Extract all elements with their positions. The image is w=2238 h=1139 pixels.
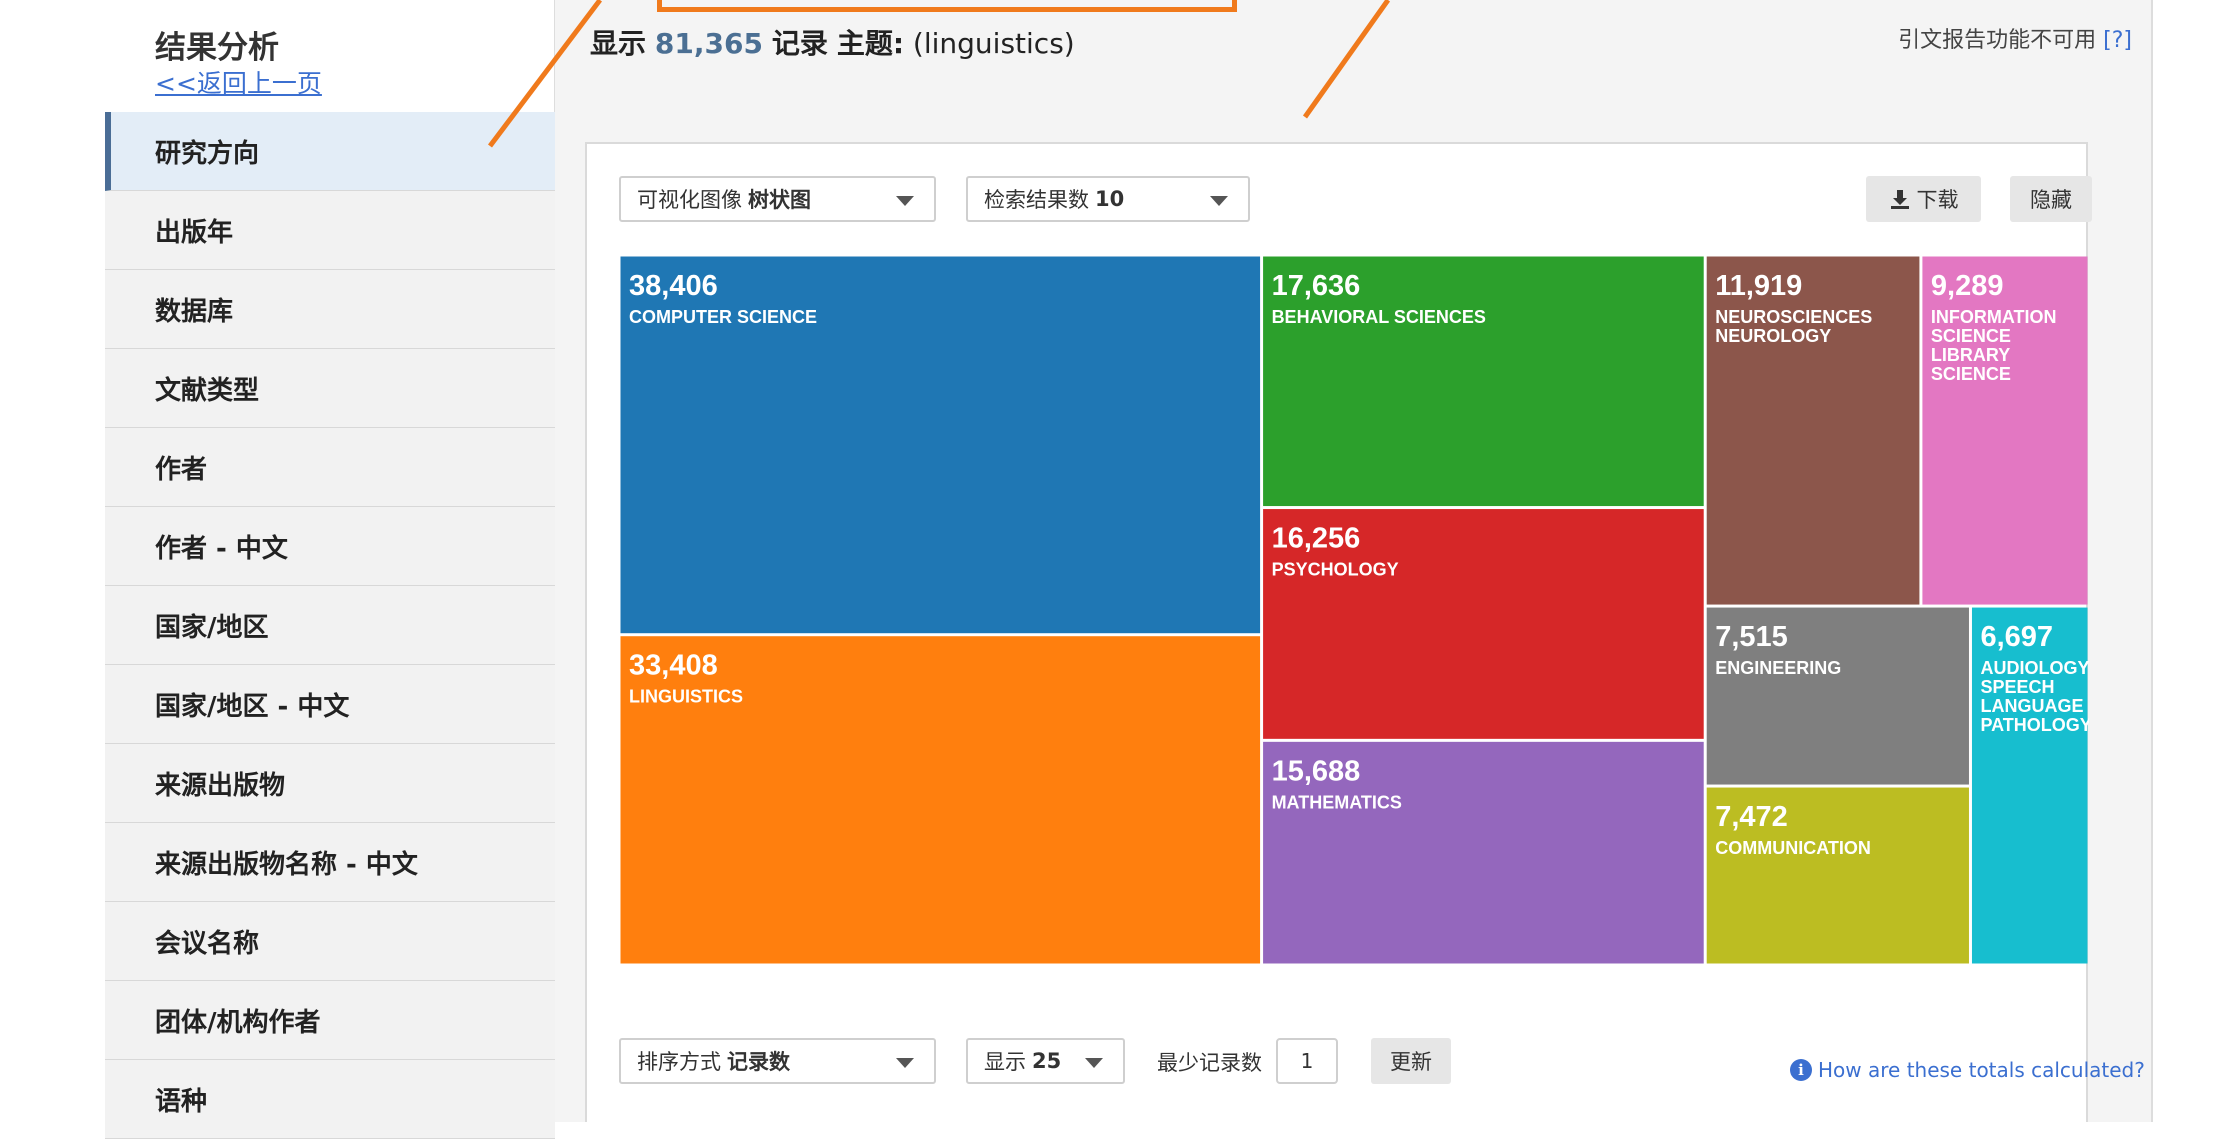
- treemap-label: LINGUISTICS: [629, 687, 743, 707]
- chevron-down-icon: [1210, 196, 1228, 206]
- treemap-cell-mathematics[interactable]: 15,688 MATHEMATICS: [1263, 741, 1704, 964]
- treemap-cell-computer-science[interactable]: 38,406 COMPUTER SCIENCE: [620, 256, 1261, 634]
- treemap-cell-neurosciences-neurology[interactable]: 11,919NEUROSCIENCES NEUROLOGY: [1706, 256, 1920, 605]
- result-count-dropdown[interactable]: 检索结果数 10: [966, 176, 1250, 222]
- min-records-input[interactable]: [1276, 1038, 1338, 1084]
- treemap-cell-audiology-speech-language-pathology[interactable]: 6,697 AUDIOLOGY SPEECH LANGUAGE PATHOLOGY: [1971, 607, 2092, 964]
- treemap-label: COMMUNICATION: [1715, 838, 1871, 858]
- treemap-value: 7,472: [1715, 801, 1788, 833]
- download-button[interactable]: 下载: [1866, 176, 1981, 222]
- totals-help-link[interactable]: i How are these totals calculated?: [1790, 1058, 2145, 1082]
- sort-label: 排序方式: [637, 1050, 721, 1074]
- sort-value: 记录数: [727, 1050, 790, 1074]
- annotation-arrow-right: [1302, 0, 1391, 119]
- treemap-value: 11,919: [1715, 270, 1802, 302]
- treemap-cell-communication[interactable]: 7,472 COMMUNICATION: [1706, 787, 1969, 964]
- treemap-value: 33,408: [629, 650, 718, 682]
- visualization-dropdown[interactable]: 可视化图像 树状图: [619, 176, 936, 222]
- chevron-down-icon: [896, 196, 914, 206]
- update-label: 更新: [1390, 1050, 1432, 1074]
- treemap-svg: 38,406 COMPUTER SCIENCE 33,408 LINGUISTICS 1…: [620, 256, 2092, 964]
- show-label: 显示: [984, 1050, 1026, 1074]
- visualization-value: 树状图: [748, 188, 811, 212]
- treemap-chart: 38,406 COMPUTER SCIENCE 33,408 LINGUISTICS 1…: [619, 255, 2092, 965]
- treemap-value: 17,636: [1272, 270, 1361, 302]
- hide-button[interactable]: 隐藏: [2010, 176, 2092, 222]
- treemap-value: 6,697: [1980, 621, 2053, 653]
- update-button[interactable]: 更新: [1371, 1038, 1451, 1084]
- treemap-cell-behavioral-sciences[interactable]: 17,636 BEHAVIORAL SCIENCES: [1263, 256, 1704, 507]
- treemap-cell-information-science-library-science[interactable]: 9,289INFORMATION SCIENCE LIBRARY SCIENCE: [1922, 256, 2088, 605]
- totals-help-text: How are these totals calculated?: [1818, 1058, 2145, 1082]
- annotation-arrow-left: [488, 0, 602, 148]
- treemap-value: 15,688: [1272, 755, 1361, 787]
- treemap-value: 38,406: [629, 270, 718, 302]
- treemap-label: PSYCHOLOGY: [1272, 560, 1399, 580]
- treemap-value: 16,256: [1272, 523, 1361, 555]
- treemap-rect: [620, 636, 1261, 964]
- treemap-cell-linguistics[interactable]: 33,408 LINGUISTICS: [620, 636, 1261, 964]
- treemap-label: COMPUTER SCIENCE: [629, 307, 817, 327]
- hide-label: 隐藏: [2030, 188, 2072, 212]
- treemap-cell-engineering[interactable]: 7,515 ENGINEERING: [1706, 607, 1969, 785]
- treemap-label: MATHEMATICS: [1272, 792, 1402, 812]
- show-count-dropdown[interactable]: 显示 25: [966, 1038, 1125, 1084]
- treemap-value: 9,289: [1931, 270, 2004, 302]
- show-value: 25: [1032, 1049, 1062, 1073]
- chevron-down-icon: [1085, 1058, 1103, 1068]
- treemap-label: ENGINEERING: [1715, 658, 1841, 678]
- info-icon: i: [1790, 1059, 1812, 1081]
- treemap-label: BEHAVIORAL SCIENCES: [1272, 307, 1486, 327]
- download-label: 下载: [1916, 188, 1959, 212]
- treemap-cell-psychology[interactable]: 16,256 PSYCHOLOGY: [1263, 509, 1704, 739]
- min-records-label: 最少记录数: [1157, 1051, 1262, 1075]
- chevron-down-icon: [896, 1058, 914, 1068]
- sort-dropdown[interactable]: 排序方式 记录数: [619, 1038, 936, 1084]
- treemap-label: AUDIOLOGY SPEECH LANGUAGE PATHOLOGY: [1980, 658, 2089, 735]
- download-icon: [1890, 190, 1909, 209]
- result-count-value: 10: [1095, 187, 1125, 211]
- result-count-label: 检索结果数: [984, 188, 1089, 212]
- visualization-label: 可视化图像: [637, 188, 742, 212]
- treemap-value: 7,515: [1715, 621, 1788, 653]
